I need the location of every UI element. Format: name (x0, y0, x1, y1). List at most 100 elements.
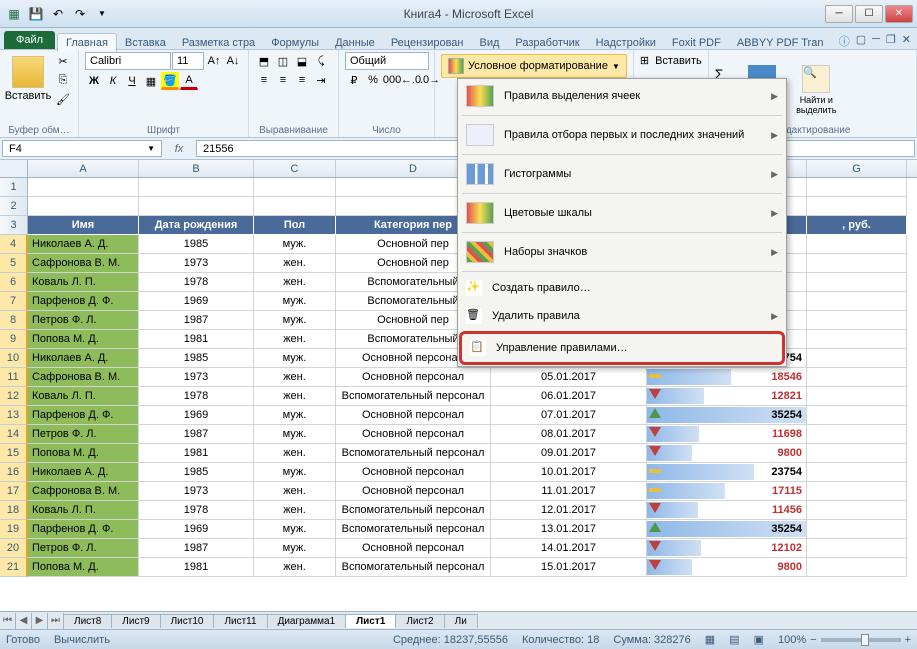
cell[interactable] (807, 235, 907, 254)
cell[interactable] (807, 330, 907, 349)
year-cell[interactable]: 1985 (139, 349, 254, 368)
row-header-8[interactable]: 8 (0, 311, 28, 330)
conditional-formatting-button[interactable]: Условное форматирование ▼ (441, 54, 627, 78)
cell[interactable] (807, 292, 907, 311)
year-cell[interactable]: 1978 (139, 501, 254, 520)
zoom-out-icon[interactable]: − (810, 634, 816, 646)
zoom-in-icon[interactable]: + (905, 634, 911, 646)
column-header-B[interactable]: B (139, 160, 254, 177)
gender-cell[interactable]: муж. (254, 311, 336, 330)
align-left-icon[interactable]: ≡ (255, 71, 273, 89)
category-cell[interactable]: Вспомогательный персонал (336, 501, 491, 520)
year-cell[interactable]: 1981 (139, 444, 254, 463)
year-cell[interactable]: 1978 (139, 273, 254, 292)
cell[interactable] (807, 539, 907, 558)
year-cell[interactable]: 1973 (139, 368, 254, 387)
percent-icon[interactable]: % (364, 71, 382, 89)
cell[interactable] (807, 463, 907, 482)
gender-cell[interactable]: жен. (254, 273, 336, 292)
gender-cell[interactable]: жен. (254, 254, 336, 273)
category-cell[interactable]: Вспомогательный персонал (336, 444, 491, 463)
date-cell[interactable]: 07.01.2017 (491, 406, 647, 425)
gender-cell[interactable]: муж. (254, 235, 336, 254)
find-select-button[interactable]: 🔍 Найти и выделить (794, 61, 838, 115)
italic-icon[interactable]: К (104, 72, 122, 90)
row-header-13[interactable]: 13 (0, 406, 28, 425)
sheet-tab-Лист8[interactable]: Лист8 (63, 614, 112, 628)
row-header-4[interactable]: 4 (0, 235, 28, 254)
select-all-corner[interactable] (0, 160, 28, 177)
tab-next-icon[interactable]: ▶ (32, 613, 48, 629)
gender-cell[interactable]: жен. (254, 368, 336, 387)
row-header-11[interactable]: 11 (0, 368, 28, 387)
number-format-combo[interactable]: Общий (345, 52, 429, 70)
tab-last-icon[interactable]: ⏭ (48, 613, 64, 629)
row-header-7[interactable]: 7 (0, 292, 28, 311)
font-size-combo[interactable]: 11 (172, 52, 204, 70)
cell[interactable] (254, 197, 336, 216)
cell[interactable] (807, 254, 907, 273)
year-cell[interactable]: 1969 (139, 406, 254, 425)
minimize-button[interactable]: ─ (825, 5, 853, 23)
cell[interactable] (807, 368, 907, 387)
date-cell[interactable]: 09.01.2017 (491, 444, 647, 463)
doc-min-icon[interactable]: ─ (872, 33, 880, 49)
align-right-icon[interactable]: ≡ (293, 71, 311, 89)
row-header-18[interactable]: 18 (0, 501, 28, 520)
gender-cell[interactable]: жен. (254, 387, 336, 406)
gender-cell[interactable]: муж. (254, 463, 336, 482)
row-header-19[interactable]: 19 (0, 520, 28, 539)
cf-clear-rules[interactable]: 🗑 Удалить правила ▶ (458, 302, 786, 330)
insert-cells-icon[interactable]: ⊞ (640, 54, 649, 67)
cut-icon[interactable]: ✂ (54, 52, 72, 70)
cell[interactable] (28, 178, 139, 197)
value-cell[interactable]: 18546 (647, 368, 807, 387)
row-header-3[interactable]: 3 (0, 216, 28, 235)
date-cell[interactable]: 06.01.2017 (491, 387, 647, 406)
row-header-20[interactable]: 20 (0, 539, 28, 558)
gender-cell[interactable]: муж. (254, 292, 336, 311)
fill-color-icon[interactable]: 🪣 (161, 72, 179, 90)
cell[interactable] (139, 197, 254, 216)
row-header-15[interactable]: 15 (0, 444, 28, 463)
row-header-9[interactable]: 9 (0, 330, 28, 349)
zoom-control[interactable]: 100% − + (778, 634, 911, 646)
row-header-2[interactable]: 2 (0, 197, 28, 216)
value-cell[interactable]: 23754 (647, 463, 807, 482)
year-cell[interactable]: 1985 (139, 235, 254, 254)
gender-cell[interactable]: муж. (254, 349, 336, 368)
cf-data-bars[interactable]: Гистограммы ▶ (458, 157, 786, 191)
category-cell[interactable]: Основной персонал (336, 368, 491, 387)
name-cell[interactable]: Коваль Л. П. (28, 273, 139, 292)
row-header-14[interactable]: 14 (0, 425, 28, 444)
row-header-6[interactable]: 6 (0, 273, 28, 292)
column-header-C[interactable]: C (254, 160, 336, 177)
cell[interactable] (807, 311, 907, 330)
view-break-icon[interactable]: ▣ (754, 633, 764, 646)
gender-cell[interactable]: жен. (254, 558, 336, 577)
font-color-icon[interactable]: A (180, 72, 198, 90)
cell[interactable] (807, 520, 907, 539)
underline-icon[interactable]: Ч (123, 72, 141, 90)
row-header-12[interactable]: 12 (0, 387, 28, 406)
doc-close-icon[interactable]: ✕ (902, 33, 911, 49)
fx-icon[interactable]: fx (164, 138, 194, 159)
value-cell[interactable]: 11456 (647, 501, 807, 520)
cell[interactable] (807, 558, 907, 577)
undo-icon[interactable]: ↶ (48, 4, 68, 24)
year-cell[interactable]: 1987 (139, 425, 254, 444)
category-cell[interactable]: Основной персонал (336, 425, 491, 444)
value-cell[interactable]: 12102 (647, 539, 807, 558)
view-normal-icon[interactable]: ▦ (705, 633, 715, 646)
font-name-combo[interactable]: Calibri (85, 52, 171, 70)
align-top-icon[interactable]: ⬒ (255, 52, 273, 70)
cell[interactable] (139, 178, 254, 197)
name-cell[interactable]: Коваль Л. П. (28, 387, 139, 406)
year-cell[interactable]: 1978 (139, 387, 254, 406)
gender-cell[interactable]: жен. (254, 501, 336, 520)
name-cell[interactable]: Сафронова В. М. (28, 254, 139, 273)
year-cell[interactable]: 1987 (139, 539, 254, 558)
minimize-ribbon-icon[interactable]: ▢ (856, 33, 866, 49)
cf-manage-rules[interactable]: 📋 Управление правилами… (459, 331, 785, 365)
name-cell[interactable]: Петров Ф. Л. (28, 311, 139, 330)
